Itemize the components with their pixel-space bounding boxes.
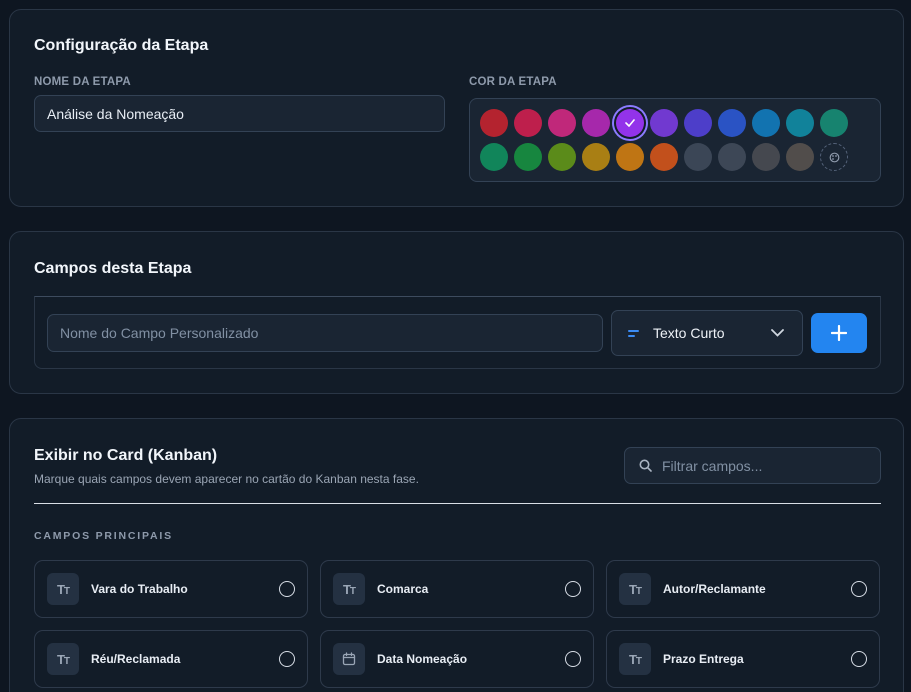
color-swatch[interactable] [582,109,610,137]
stage-config-title: Configuração da Etapa [34,37,209,54]
kanban-field-label: Comarca [377,582,429,596]
kanban-field-radio[interactable] [565,651,581,667]
color-swatch[interactable] [684,109,712,137]
kanban-field-item[interactable]: TT Comarca [320,560,594,618]
text-type-icon: TT [619,643,651,675]
custom-field-name-placeholder: Nome do Campo Personalizado [60,325,259,341]
kanban-field-label: Vara do Trabalho [91,582,188,596]
kanban-field-radio[interactable] [279,651,295,667]
color-swatch[interactable] [582,143,610,171]
kanban-field-radio[interactable] [851,651,867,667]
kanban-field-item[interactable]: TT Prazo Entrega [606,630,880,688]
plus-icon [831,325,847,341]
kanban-display-card: Exibir no Card (Kanban) Marque quais cam… [9,418,904,692]
color-swatch[interactable] [786,109,814,137]
kanban-field-item[interactable]: TT Autor/Reclamante [606,560,880,618]
calendar-icon [333,643,365,675]
section-divider [34,503,881,504]
color-swatch[interactable] [514,109,542,137]
custom-color-button[interactable] [820,143,848,171]
color-swatch[interactable] [616,143,644,171]
kanban-field-label: Réu/Reclamada [91,652,181,666]
filter-fields-input[interactable]: Filtrar campos... [624,447,881,484]
color-swatch[interactable] [786,143,814,171]
color-palette [469,98,881,182]
add-field-button[interactable] [811,313,867,353]
custom-field-name-input[interactable]: Nome do Campo Personalizado [47,314,603,352]
color-swatch[interactable] [718,143,746,171]
stage-name-input[interactable]: Análise da Nomeação [34,95,445,132]
filter-fields-placeholder: Filtrar campos... [662,457,763,474]
text-type-icon: TT [333,573,365,605]
color-swatch[interactable] [548,109,576,137]
color-swatch[interactable] [752,109,780,137]
stage-name-label: NOME DA ETAPA [34,76,131,88]
text-type-icon: TT [47,573,79,605]
color-swatch[interactable] [820,109,848,137]
chevron-down-icon [771,329,784,337]
color-swatch[interactable] [752,143,780,171]
search-icon [639,459,652,472]
stage-color-label: COR DA ETAPA [469,76,557,88]
check-icon [625,119,635,127]
kanban-field-label: Data Nomeação [377,652,468,666]
kanban-field-radio[interactable] [565,581,581,597]
stage-fields-card: Campos desta Etapa Nome do Campo Persona… [9,231,904,394]
color-swatch[interactable] [480,143,508,171]
color-swatch[interactable] [480,109,508,137]
palette-icon [829,152,839,162]
color-swatch[interactable] [650,143,678,171]
kanban-field-item[interactable]: TT Vara do Trabalho [34,560,308,618]
text-type-icon: TT [47,643,79,675]
main-fields-label: CAMPOS PRINCIPAIS [34,530,173,542]
kanban-field-radio[interactable] [851,581,867,597]
kanban-field-label: Prazo Entrega [663,652,744,666]
color-swatch[interactable] [514,143,542,171]
color-swatch[interactable] [684,143,712,171]
color-swatch-selected[interactable] [616,109,644,137]
text-type-icon: TT [619,573,651,605]
color-swatch[interactable] [650,109,678,137]
stage-fields-title: Campos desta Etapa [34,260,192,277]
kanban-field-radio[interactable] [279,581,295,597]
short-text-icon [628,329,640,337]
field-type-value: Texto Curto [653,325,725,341]
stage-name-value: Análise da Nomeação [47,105,184,122]
kanban-display-title: Exibir no Card (Kanban) [34,447,218,464]
kanban-field-item[interactable]: Data Nomeação [320,630,594,688]
field-type-select[interactable]: Texto Curto [611,310,803,356]
color-swatch[interactable] [548,143,576,171]
kanban-display-subtitle: Marque quais campos devem aparecer no ca… [34,472,419,486]
stage-config-card: Configuração da Etapa NOME DA ETAPA Anál… [9,9,904,207]
kanban-field-item[interactable]: TT Réu/Reclamada [34,630,308,688]
color-swatch[interactable] [718,109,746,137]
kanban-field-label: Autor/Reclamante [663,582,766,596]
